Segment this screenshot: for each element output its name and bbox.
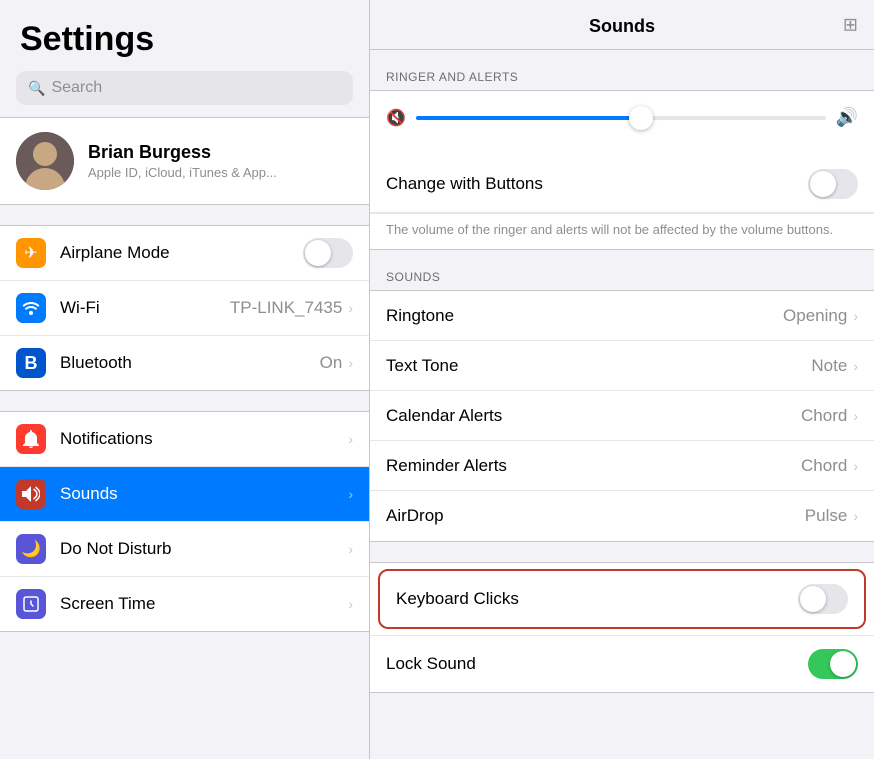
general-group: Notifications › Sounds › 🌙 Do Not Distur…: [0, 411, 369, 632]
toggle-thumb: [810, 171, 836, 197]
airplane-toggle[interactable]: [303, 238, 353, 268]
sidebar-item-donotdisturb[interactable]: 🌙 Do Not Disturb ›: [0, 522, 369, 577]
bluetooth-icon: B: [16, 348, 46, 378]
grid-icon[interactable]: ⊞: [843, 14, 858, 35]
ringtone-chevron: ›: [853, 308, 858, 324]
right-title: Sounds: [589, 16, 655, 36]
airdrop-label: AirDrop: [386, 506, 805, 526]
wifi-chevron: ›: [348, 300, 353, 316]
sidebar-item-sounds[interactable]: Sounds ›: [0, 467, 369, 522]
texttone-row[interactable]: Text Tone Note ›: [370, 341, 874, 391]
calendaralerts-label: Calendar Alerts: [386, 406, 801, 426]
calendaralerts-value: Chord: [801, 406, 847, 426]
volume-high-icon: 🔊: [836, 107, 858, 128]
donotdisturb-label: Do Not Disturb: [60, 539, 348, 559]
extra-group: Keyboard Clicks Lock Sound: [370, 562, 874, 693]
right-panel: Sounds ⊞ RINGER AND ALERTS 🔇 🔊: [370, 0, 874, 759]
texttone-chevron: ›: [853, 358, 858, 374]
search-bar[interactable]: 🔍 Search: [16, 71, 353, 105]
airdrop-row[interactable]: AirDrop Pulse ›: [370, 491, 874, 541]
ringtone-label: Ringtone: [386, 306, 783, 326]
airdrop-value: Pulse: [805, 506, 848, 526]
bluetooth-chevron: ›: [348, 355, 353, 371]
locksound-toggle[interactable]: [808, 649, 858, 679]
search-placeholder: Search: [51, 79, 102, 97]
keyboard-clicks-toggle[interactable]: [798, 584, 848, 614]
sounds-icon: [16, 479, 46, 509]
sidebar-item-bluetooth[interactable]: B Bluetooth On ›: [0, 336, 369, 390]
sidebar-item-airplane[interactable]: ✈ Airplane Mode: [0, 226, 369, 281]
airplane-icon: ✈: [16, 238, 46, 268]
left-panel: Settings 🔍 Search Brian Burgess Apple ID…: [0, 0, 370, 759]
sidebar-item-notifications[interactable]: Notifications ›: [0, 412, 369, 467]
sounds-group: Ringtone Opening › Text Tone Note › Cale…: [370, 290, 874, 542]
wifi-label: Wi-Fi: [60, 298, 230, 318]
sounds-chevron: ›: [348, 486, 353, 502]
sounds-section-wrapper: SOUNDS Ringtone Opening › Text Tone Note…: [370, 270, 874, 542]
volume-slider[interactable]: [416, 116, 826, 120]
screentime-label: Screen Time: [60, 594, 348, 614]
connectivity-group: ✈ Airplane Mode Wi-Fi TP-LINK_7435 › B B…: [0, 225, 369, 391]
texttone-value: Note: [811, 356, 847, 376]
ringer-section-header: RINGER AND ALERTS: [370, 70, 874, 90]
toggle-thumb: [800, 586, 826, 612]
sounds-section-header: SOUNDS: [370, 270, 874, 290]
sidebar-item-screentime[interactable]: Screen Time ›: [0, 577, 369, 631]
change-with-buttons-label: Change with Buttons: [386, 174, 808, 194]
volume-low-icon: 🔇: [386, 108, 406, 128]
notifications-label: Notifications: [60, 429, 348, 449]
bluetooth-value: On: [320, 353, 343, 373]
toggle-thumb: [305, 240, 331, 266]
settings-title: Settings: [0, 0, 369, 67]
slider-thumb: [629, 106, 653, 130]
calendaralerts-chevron: ›: [853, 408, 858, 424]
keyboard-clicks-wrapper: Keyboard Clicks: [370, 563, 874, 636]
locksound-row[interactable]: Lock Sound: [370, 636, 874, 692]
ringtone-row[interactable]: Ringtone Opening ›: [370, 291, 874, 341]
donotdisturb-icon: 🌙: [16, 534, 46, 564]
profile-subtitle: Apple ID, iCloud, iTunes & App...: [88, 165, 277, 180]
locksound-label: Lock Sound: [386, 654, 808, 674]
toggle-thumb: [830, 651, 856, 677]
ringer-group: 🔇 🔊 Change with Buttons The volume of t: [370, 90, 874, 250]
ringtone-value: Opening: [783, 306, 847, 326]
reminderalerts-label: Reminder Alerts: [386, 456, 801, 476]
ringer-slider-section: 🔇 🔊: [370, 91, 874, 156]
screentime-icon: [16, 589, 46, 619]
change-with-buttons-toggle[interactable]: [808, 169, 858, 199]
profile-section[interactable]: Brian Burgess Apple ID, iCloud, iTunes &…: [0, 117, 369, 205]
change-with-buttons-note: The volume of the ringer and alerts will…: [370, 213, 874, 249]
keyboard-clicks-label: Keyboard Clicks: [396, 589, 798, 609]
notifications-chevron: ›: [348, 431, 353, 447]
sounds-label: Sounds: [60, 484, 348, 504]
profile-info: Brian Burgess Apple ID, iCloud, iTunes &…: [88, 142, 277, 180]
profile-name: Brian Burgess: [88, 142, 277, 163]
bluetooth-label: Bluetooth: [60, 353, 320, 373]
avatar: [16, 132, 74, 190]
right-header: Sounds ⊞: [370, 0, 874, 50]
texttone-label: Text Tone: [386, 356, 811, 376]
keyboard-clicks-highlight: Keyboard Clicks: [378, 569, 866, 629]
reminderalerts-chevron: ›: [853, 458, 858, 474]
extra-section-wrapper: Keyboard Clicks Lock Sound: [370, 562, 874, 693]
reminderalerts-row[interactable]: Reminder Alerts Chord ›: [370, 441, 874, 491]
keyboard-clicks-row[interactable]: Keyboard Clicks: [380, 571, 864, 627]
ringer-slider-row: 🔇 🔊: [386, 107, 858, 128]
reminderalerts-value: Chord: [801, 456, 847, 476]
notifications-icon: [16, 424, 46, 454]
calendaralerts-row[interactable]: Calendar Alerts Chord ›: [370, 391, 874, 441]
right-content: RINGER AND ALERTS 🔇 🔊 Change with Button…: [370, 50, 874, 759]
airdrop-chevron: ›: [853, 508, 858, 524]
wifi-value: TP-LINK_7435: [230, 298, 342, 318]
airplane-label: Airplane Mode: [60, 243, 303, 263]
screentime-chevron: ›: [348, 596, 353, 612]
sidebar-item-wifi[interactable]: Wi-Fi TP-LINK_7435 ›: [0, 281, 369, 336]
donotdisturb-chevron: ›: [348, 541, 353, 557]
search-icon: 🔍: [28, 80, 45, 97]
ringer-section-wrapper: RINGER AND ALERTS 🔇 🔊 Change with Button…: [370, 70, 874, 250]
slider-fill: [416, 116, 641, 120]
wifi-icon: [16, 293, 46, 323]
change-with-buttons-row[interactable]: Change with Buttons: [370, 156, 874, 213]
